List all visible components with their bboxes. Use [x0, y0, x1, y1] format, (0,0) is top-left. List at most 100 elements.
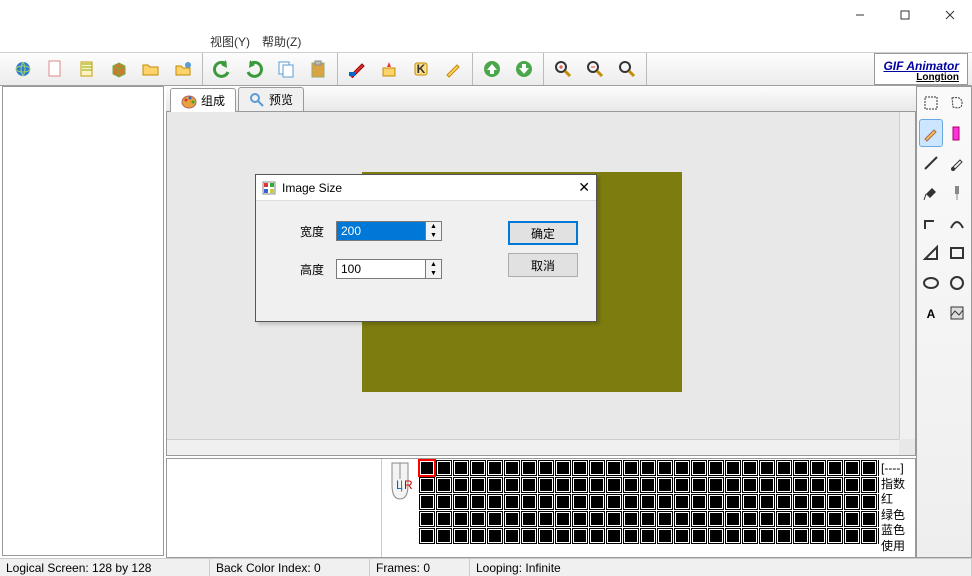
color-swatch[interactable]	[624, 512, 638, 526]
color-swatch[interactable]	[420, 495, 434, 509]
color-swatch[interactable]	[607, 512, 621, 526]
color-swatch[interactable]	[794, 512, 808, 526]
color-swatch[interactable]	[828, 495, 842, 509]
color-swatch[interactable]	[675, 529, 689, 543]
color-swatch[interactable]	[658, 512, 672, 526]
color-swatch[interactable]	[437, 529, 451, 543]
color-swatch[interactable]	[641, 461, 655, 475]
color-swatch[interactable]	[777, 495, 791, 509]
color-swatch[interactable]	[743, 529, 757, 543]
color-swatch[interactable]	[522, 478, 536, 492]
color-swatch[interactable]	[641, 512, 655, 526]
color-swatch[interactable]	[811, 529, 825, 543]
color-swatch[interactable]	[845, 529, 859, 543]
color-swatch[interactable]	[828, 529, 842, 543]
color-swatch[interactable]	[709, 461, 723, 475]
minimize-button[interactable]	[837, 0, 882, 30]
tab-compose[interactable]: 组成	[170, 88, 236, 112]
color-swatch[interactable]	[845, 495, 859, 509]
color-swatch[interactable]	[437, 478, 451, 492]
eyedropper-tool[interactable]	[945, 149, 969, 177]
color-swatch[interactable]	[539, 529, 553, 543]
doc-icon[interactable]	[42, 56, 68, 82]
color-swatch[interactable]	[845, 512, 859, 526]
color-swatch[interactable]	[522, 495, 536, 509]
color-swatch[interactable]	[726, 529, 740, 543]
color-swatch[interactable]	[471, 529, 485, 543]
color-swatch[interactable]	[862, 461, 876, 475]
color-swatch[interactable]	[556, 529, 570, 543]
color-swatch[interactable]	[624, 529, 638, 543]
fill-tool[interactable]	[919, 179, 943, 207]
menu-help[interactable]: 帮助(Z)	[262, 33, 301, 50]
color-swatch[interactable]	[556, 478, 570, 492]
color-swatch[interactable]	[811, 461, 825, 475]
color-swatch[interactable]	[675, 512, 689, 526]
color-swatch[interactable]	[539, 495, 553, 509]
color-swatch[interactable]	[675, 478, 689, 492]
circle-tool[interactable]	[945, 269, 969, 297]
box-icon[interactable]	[106, 56, 132, 82]
color-swatch[interactable]	[573, 495, 587, 509]
zoom-in-icon[interactable]	[550, 56, 576, 82]
globe-icon[interactable]	[10, 56, 36, 82]
color-swatch[interactable]	[862, 529, 876, 543]
color-swatch[interactable]	[590, 478, 604, 492]
color-swatch[interactable]	[522, 512, 536, 526]
color-swatch[interactable]	[505, 529, 519, 543]
color-swatch[interactable]	[573, 529, 587, 543]
color-swatch[interactable]	[556, 495, 570, 509]
color-swatch[interactable]	[471, 478, 485, 492]
paste-icon[interactable]	[305, 56, 331, 82]
pen-icon[interactable]	[440, 56, 466, 82]
down-icon[interactable]	[511, 56, 537, 82]
color-swatch[interactable]	[811, 512, 825, 526]
color-swatch[interactable]	[709, 495, 723, 509]
color-swatch[interactable]	[777, 478, 791, 492]
color-swatch[interactable]	[437, 495, 451, 509]
color-swatch[interactable]	[590, 512, 604, 526]
triangle-tool[interactable]	[919, 239, 943, 267]
spray-tool[interactable]	[945, 179, 969, 207]
color-swatch[interactable]	[760, 495, 774, 509]
select-rect-tool[interactable]	[919, 89, 943, 117]
color-swatch[interactable]	[454, 512, 468, 526]
color-swatch[interactable]	[709, 529, 723, 543]
color-swatch[interactable]	[828, 512, 842, 526]
eraser-tool[interactable]	[945, 119, 969, 147]
color-swatch[interactable]	[777, 461, 791, 475]
color-swatch[interactable]	[862, 478, 876, 492]
color-swatch[interactable]	[845, 461, 859, 475]
color-swatch[interactable]	[471, 495, 485, 509]
color-swatch[interactable]	[420, 529, 434, 543]
color-swatch[interactable]	[794, 478, 808, 492]
line-tool[interactable]	[919, 149, 943, 177]
color-swatch[interactable]	[590, 529, 604, 543]
color-swatch[interactable]	[539, 512, 553, 526]
color-swatch[interactable]	[488, 478, 502, 492]
color-swatch[interactable]	[726, 512, 740, 526]
color-swatch[interactable]	[488, 512, 502, 526]
color-swatch[interactable]	[726, 495, 740, 509]
color-swatch[interactable]	[607, 461, 621, 475]
color-swatch[interactable]	[675, 495, 689, 509]
color-swatch[interactable]	[641, 529, 655, 543]
color-swatch[interactable]	[573, 512, 587, 526]
width-spinner[interactable]: ▲▼	[426, 221, 442, 241]
color-swatch[interactable]	[828, 478, 842, 492]
tab-preview[interactable]: 预览	[238, 87, 304, 111]
cancel-button[interactable]: 取消	[508, 253, 578, 277]
color-swatch[interactable]	[624, 478, 638, 492]
color-swatch[interactable]	[607, 478, 621, 492]
maximize-button[interactable]	[882, 0, 927, 30]
color-swatch[interactable]	[794, 495, 808, 509]
color-swatch[interactable]	[760, 512, 774, 526]
color-swatch[interactable]	[692, 529, 706, 543]
pencil-tool[interactable]	[919, 119, 943, 147]
color-swatch[interactable]	[505, 495, 519, 509]
color-swatch[interactable]	[777, 512, 791, 526]
color-swatch[interactable]	[862, 512, 876, 526]
height-input[interactable]	[336, 259, 426, 279]
color-swatch[interactable]	[556, 512, 570, 526]
color-swatch[interactable]	[845, 478, 859, 492]
